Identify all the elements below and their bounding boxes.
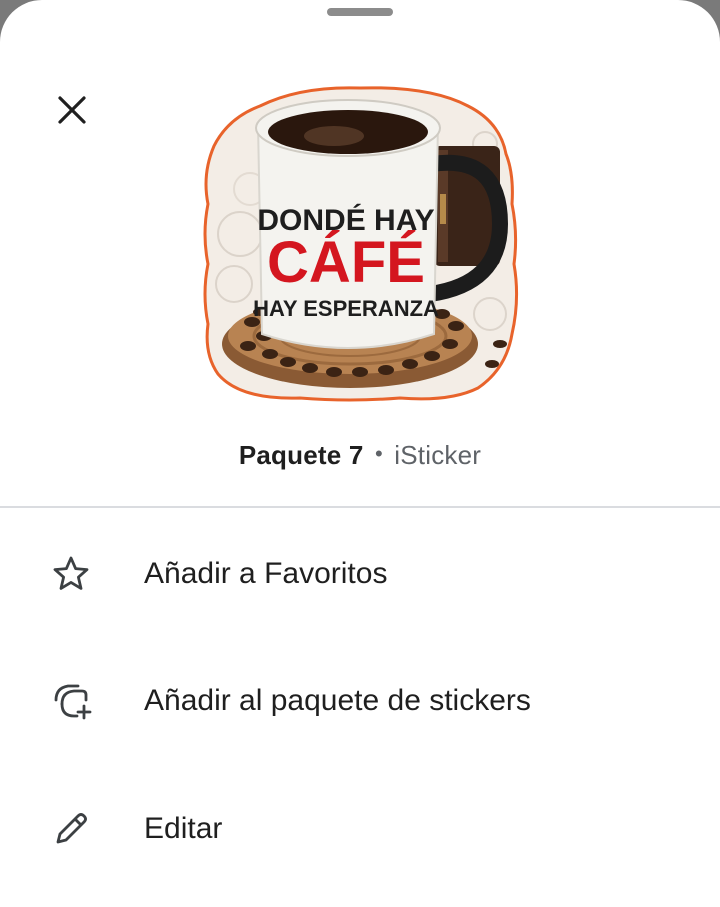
menu-item-edit[interactable]: Editar bbox=[0, 774, 720, 884]
menu-item-add-to-sticker-pack[interactable]: Añadir al paquete de stickers bbox=[0, 646, 720, 756]
sticker-image[interactable]: DONDÉ HAY CÁFÉ HAY ESPERANZA bbox=[200, 84, 522, 404]
menu-item-label: Añadir al paquete de stickers bbox=[144, 684, 531, 717]
add-sticker-pack-icon bbox=[54, 684, 92, 720]
menu-item-label: Editar bbox=[144, 812, 223, 845]
menu-item-add-to-favorites[interactable]: Añadir a Favoritos bbox=[0, 519, 720, 629]
pencil-icon bbox=[56, 813, 87, 844]
pack-separator: • bbox=[374, 441, 383, 466]
pack-name: Paquete 7 bbox=[238, 440, 364, 470]
pack-source: iSticker bbox=[394, 440, 482, 470]
close-button[interactable] bbox=[48, 86, 96, 134]
drag-handle[interactable] bbox=[327, 8, 393, 16]
svg-text:CÁFÉ: CÁFÉ bbox=[267, 230, 425, 295]
divider bbox=[0, 506, 720, 508]
close-icon bbox=[58, 96, 86, 124]
sticker-pack-info: Paquete 7 • iSticker bbox=[0, 440, 720, 471]
menu-item-label: Añadir a Favoritos bbox=[144, 557, 388, 590]
svg-text:HAY ESPERANZA: HAY ESPERANZA bbox=[253, 296, 439, 321]
bottom-sheet: DONDÉ HAY CÁFÉ HAY ESPERANZA Paquete 7 •… bbox=[0, 0, 720, 907]
star-outline-icon bbox=[53, 556, 89, 590]
